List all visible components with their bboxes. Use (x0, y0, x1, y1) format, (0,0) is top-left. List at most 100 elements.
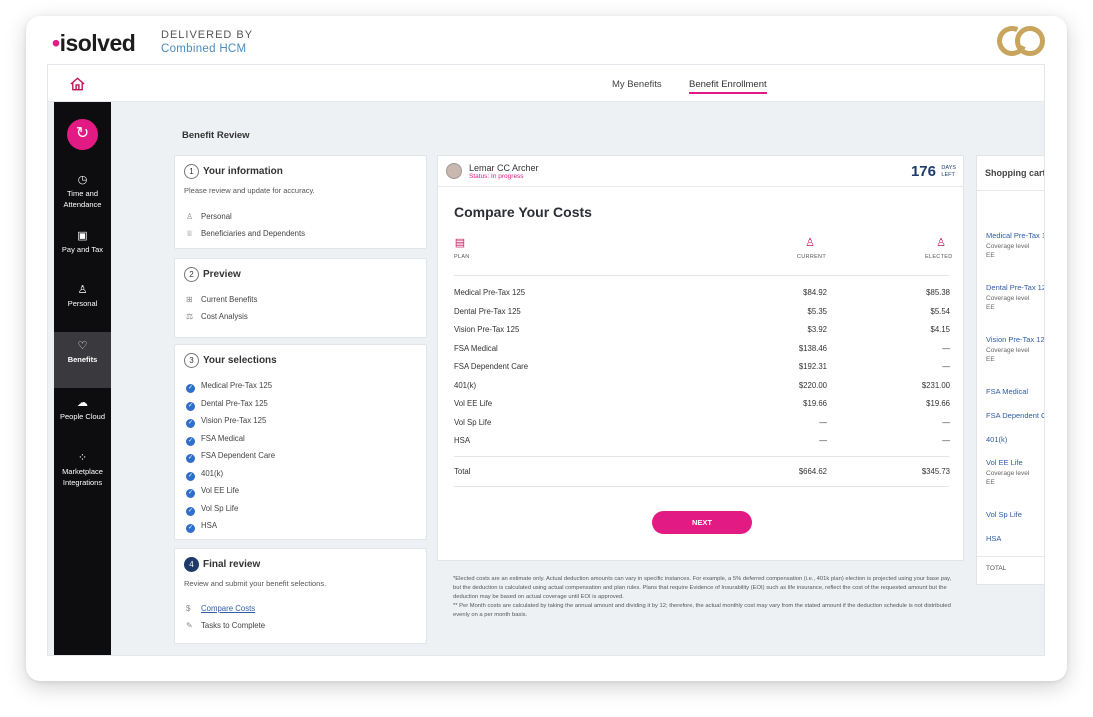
employee-avatar (446, 163, 462, 179)
sidebar-item-marketplace[interactable]: ⁘ Marketplace Integrations (54, 452, 111, 489)
cloud-icon: ☁ (77, 397, 88, 409)
link-current-benefits[interactable]: ⊞ Current Benefits (186, 295, 257, 304)
tab-my-benefits[interactable]: My Benefits (612, 79, 662, 90)
selection-item[interactable]: ✓ HSA (186, 521, 217, 533)
check-icon: ✓ (186, 384, 195, 393)
check-icon: ✓ (186, 419, 195, 428)
home-icon[interactable] (69, 76, 86, 92)
cart-item[interactable]: Vol Sp Life (986, 510, 1022, 521)
cart-item[interactable]: Medical Pre-Tax 125Coverage levelEE (986, 231, 1044, 261)
check-icon: ✓ (186, 524, 195, 533)
step-number: 2 (184, 267, 199, 282)
link-personal[interactable]: ♙ Personal (186, 212, 232, 221)
cart-item[interactable]: 401(k) (986, 435, 1007, 446)
selection-item[interactable]: ✓ FSA Dependent Care (186, 451, 275, 463)
sidebar-item-label: Benefits (67, 355, 98, 364)
person-icon: ♙ (805, 237, 815, 249)
next-button[interactable]: NEXT (652, 511, 752, 534)
sidebar-item-time-attendance[interactable]: ◷ Time and Attendance (54, 174, 111, 211)
plan-card-icon: ▤ (454, 237, 466, 249)
check-icon: ✓ (186, 454, 195, 463)
col-header-current: CURRENT (797, 254, 826, 260)
tab-benefit-enrollment[interactable]: Benefit Enrollment (689, 79, 767, 94)
sidebar-item-people-cloud[interactable]: ☁ People Cloud (54, 397, 111, 423)
compare-title: Compare Your Costs (454, 204, 592, 220)
table-row: Vol EE Life $19.66 $19.66 (454, 399, 950, 408)
table-total-row: Total $664.62 $345.73 (454, 467, 950, 476)
table-row: FSA Dependent Care $192.31— (454, 362, 950, 371)
employee-name: Lemar CC Archer (469, 163, 539, 173)
step-description: Review and submit your benefit selection… (184, 579, 327, 588)
step-title: Final review (203, 559, 261, 571)
sidebar-item-personal[interactable]: ♙ Personal (54, 284, 111, 310)
cart-item[interactable]: HSA (986, 534, 1001, 545)
plus-box-icon: ⊞ (186, 295, 193, 304)
selection-item[interactable]: ✓ Vol EE Life (186, 486, 239, 498)
employee-header: Lemar CC Archer Status: In progress 176 … (438, 156, 963, 187)
step-number: 1 (184, 164, 199, 179)
check-icon: ✓ (186, 489, 195, 498)
check-icon: ✓ (186, 471, 195, 481)
table-row: 401(k) $220.00 $231.00 (454, 380, 950, 390)
dollar-icon: $ (186, 604, 191, 613)
selection-item[interactable]: ✓ 401(k) (186, 469, 223, 481)
money-icon: ▣ (77, 230, 88, 242)
selection-item[interactable]: ✓ Dental Pre-Tax 125 (186, 399, 268, 411)
link-cost-analysis[interactable]: ⚖ Cost Analysis (186, 312, 248, 321)
user-avatar-refresh-icon[interactable]: ↻ (67, 119, 98, 150)
grid-icon: ⁘ (77, 452, 88, 464)
link-tasks-to-complete[interactable]: ✎ Tasks to Complete (186, 621, 265, 630)
app-window: My Benefits Benefit Enrollment ↻ ◷ Time … (47, 64, 1045, 656)
table-row: Dental Pre-Tax 125 $5.35 $5.54 (454, 306, 950, 316)
link-beneficiaries[interactable]: ♕ Beneficiaries and Dependents (186, 229, 305, 238)
scale-icon: ⚖ (186, 312, 194, 321)
step-number: 4 (184, 557, 199, 572)
sidebar-item-label: People Cloud (59, 412, 106, 421)
person-icon: ♙ (77, 284, 88, 296)
cart-item[interactable]: Vol EE Life Coverage level EE (986, 458, 1029, 488)
selection-item[interactable]: ✓ FSA Medical (186, 434, 245, 446)
footnotes: *Elected costs are an estimate only. Act… (453, 575, 958, 620)
partner-name: Combined HCM (161, 43, 247, 55)
table-row: FSA Medical $138.46— (454, 343, 950, 353)
divider (454, 275, 949, 276)
days-left-count: 176 (910, 163, 936, 180)
step-your-information: 1 Your information Please review and upda… (174, 155, 427, 249)
days-left-label: DAYS LEFT (941, 165, 956, 178)
brand-bar: •isolved DELIVERED BY Combined HCM (26, 16, 1067, 64)
divider (454, 486, 949, 487)
step-number: 3 (184, 353, 199, 368)
link-compare-costs[interactable]: $ Compare Costs (186, 604, 255, 613)
pencil-icon: ✎ (186, 621, 193, 630)
step-your-selections: 3 Your selections ✓ Medical Pre-Tax 125 ✓ D… (174, 344, 427, 540)
selection-item[interactable]: ✓ Medical Pre-Tax 125 (186, 381, 272, 393)
isolved-logo: •isolved (52, 30, 136, 56)
step-heading: 2 Preview (184, 267, 241, 282)
person-check-icon: ♙ (936, 237, 946, 249)
step-title: Your information (203, 166, 283, 178)
partner-logo (992, 21, 1045, 61)
selection-item[interactable]: ✓ Vision Pre-Tax 125 (186, 416, 266, 428)
divider (454, 456, 949, 457)
screenshot-frame: •isolved DELIVERED BY Combined HCM My Be… (26, 16, 1067, 681)
step-title: Your selections (203, 355, 277, 367)
check-icon: ✓ (186, 506, 195, 516)
divider (977, 190, 1044, 191)
selection-item[interactable]: ✓ Vol Sp Life (186, 504, 238, 516)
cart-total-label: TOTAL (986, 565, 1007, 572)
cart-item[interactable]: Vision Pre-Tax 125 Coverage level EE (986, 335, 1044, 365)
sidebar-item-label: Time and Attendance (63, 189, 102, 209)
step-final-review: 4 Final review Review and submit your ben… (174, 548, 427, 644)
sidebar-item-label: Personal (67, 299, 98, 308)
step-heading: 1 Your information (184, 164, 283, 179)
top-navigation: My Benefits Benefit Enrollment (48, 65, 1044, 102)
cart-item[interactable]: FSA Dependent Care (986, 411, 1044, 422)
check-icon: ✓ (186, 436, 195, 446)
sidebar: ↻ ◷ Time and Attendance ▣ Pay and Tax ♙ P… (54, 102, 111, 655)
cart-item[interactable]: FSA Medical (986, 387, 1028, 398)
sidebar-item-pay-tax[interactable]: ▣ Pay and Tax (54, 230, 111, 256)
clock-icon: ◷ (77, 174, 88, 186)
sidebar-item-benefits[interactable]: ♡ Benefits (54, 332, 111, 388)
cart-item[interactable]: Dental Pre-Tax 125 Coverage level EE (986, 283, 1044, 313)
person-icon: ♙ (186, 212, 194, 221)
